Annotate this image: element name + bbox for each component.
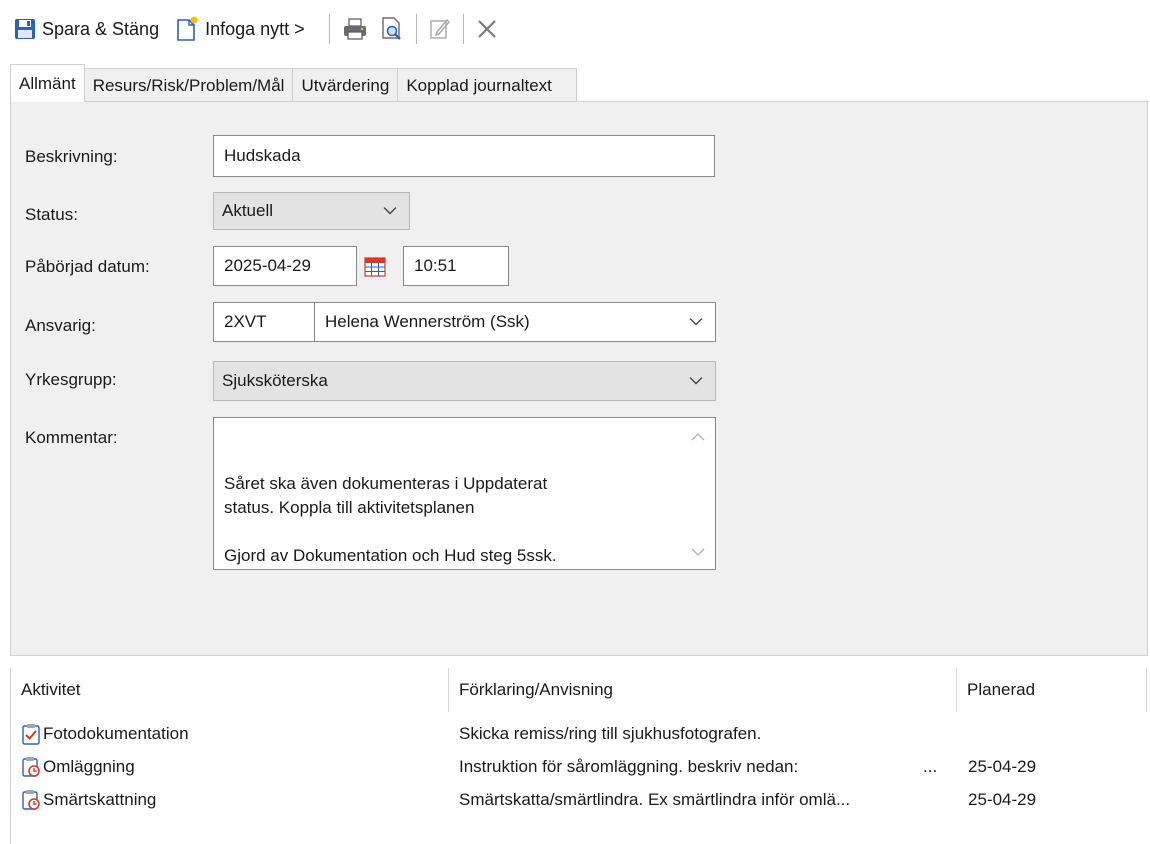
start-date-label: Påbörjad datum: [25,257,150,276]
column-header-aktivitet[interactable]: Aktivitet [11,668,449,712]
insert-new-label: Infoga nytt > [205,18,305,39]
ansvarig-code-input[interactable]: 2XVT [213,302,315,342]
tab-allmant[interactable]: Allmänt [10,64,85,102]
yrkesgrupp-label: Yrkesgrupp: [25,370,117,389]
beskrivning-input[interactable]: Hudskada [213,135,715,177]
start-date-input[interactable]: 2025-04-29 [213,246,357,286]
kommentar-text: Såret ska även dokumenteras i Uppdaterat… [224,474,557,565]
ansvarig-dropdown[interactable]: Helena Wennerström (Ssk) [314,302,716,342]
scroll-up-icon[interactable] [691,432,705,441]
chevron-down-icon [383,207,397,216]
toolbar-separator [415,14,417,44]
edit-pencil-icon [429,17,451,41]
chevron-down-icon [689,377,703,386]
activity-planned: 25-04-29 [968,790,1037,809]
print-preview-icon [380,16,404,42]
activity-description: Instruktion för såromläggning. beskriv n… [459,757,799,776]
toolbar: Spara & Stäng Infoga nytt > [0,0,1150,58]
yrkesgrupp-value: Sjuksköterska [222,371,328,390]
scroll-down-icon[interactable] [691,548,705,557]
chevron-down-icon [689,318,703,327]
activity-description: Skicka remiss/ring till sjukhusfotografe… [459,724,762,743]
general-form-panel: Beskrivning: Hudskada Status: Aktuell På… [10,101,1148,656]
yrkesgrupp-dropdown[interactable]: Sjuksköterska [213,361,716,401]
clipboard-clock-icon [21,787,41,813]
table-row[interactable]: Omläggning Instruktion för såromläggning… [11,754,1149,780]
clipboard-clock-icon [21,754,41,780]
activity-name: Fotodokumentation [43,724,189,743]
activity-planned: 25-04-29 [968,757,1037,776]
table-row[interactable]: Fotodokumentation Skicka remiss/ring til… [11,721,1149,747]
tab-resurs-risk-problem-mal[interactable]: Resurs/Risk/Problem/Mål [83,68,294,102]
toolbar-separator [328,14,330,44]
print-button[interactable] [336,9,374,49]
ansvarig-name: Helena Wennerström (Ssk) [325,312,530,331]
tab-kopplad-journaltext[interactable]: Kopplad journaltext [397,68,577,102]
delete-button[interactable] [470,9,504,49]
activity-name: Omläggning [43,757,135,776]
checklist-icon [21,721,41,747]
table-row[interactable]: Smärtskattning Smärtskatta/smärtlindra. … [11,787,1149,813]
status-dropdown[interactable]: Aktuell [213,192,410,230]
new-document-icon [175,16,199,42]
column-header-planerad[interactable]: Planerad [957,668,1147,712]
kommentar-textarea[interactable]: Såret ska även dokumenteras i Uppdaterat… [213,417,716,570]
tab-utvardering[interactable]: Utvärdering [292,68,399,102]
tab-strip: Allmänt Resurs/Risk/Problem/Mål Utvärder… [10,64,577,102]
activity-description: Smärtskatta/smärtlindra. Ex smärtlindra … [459,790,851,809]
printer-icon [342,17,368,41]
print-preview-button[interactable] [374,9,410,49]
activity-name: Smärtskattning [43,790,157,809]
activity-more-indicator[interactable]: ... [923,754,937,780]
status-label: Status: [25,205,78,224]
kommentar-label: Kommentar: [25,428,118,447]
edit-button[interactable] [423,9,457,49]
floppy-disk-icon [14,18,36,40]
ansvarig-label: Ansvarig: [25,316,96,335]
insert-new-button[interactable]: Infoga nytt > [169,9,311,49]
toolbar-separator [462,14,464,44]
status-value: Aktuell [222,201,274,220]
save-close-button[interactable]: Spara & Stäng [8,9,165,49]
save-close-label: Spara & Stäng [42,18,160,39]
beskrivning-label: Beskrivning: [25,147,118,166]
start-time-input[interactable]: 10:51 [403,246,509,286]
activity-list: Aktivitet Förklaring/Anvisning Planerad … [10,668,1149,844]
calendar-icon[interactable] [364,257,386,277]
close-x-icon [476,18,498,40]
column-header-forklaring[interactable]: Förklaring/Anvisning [449,668,957,712]
